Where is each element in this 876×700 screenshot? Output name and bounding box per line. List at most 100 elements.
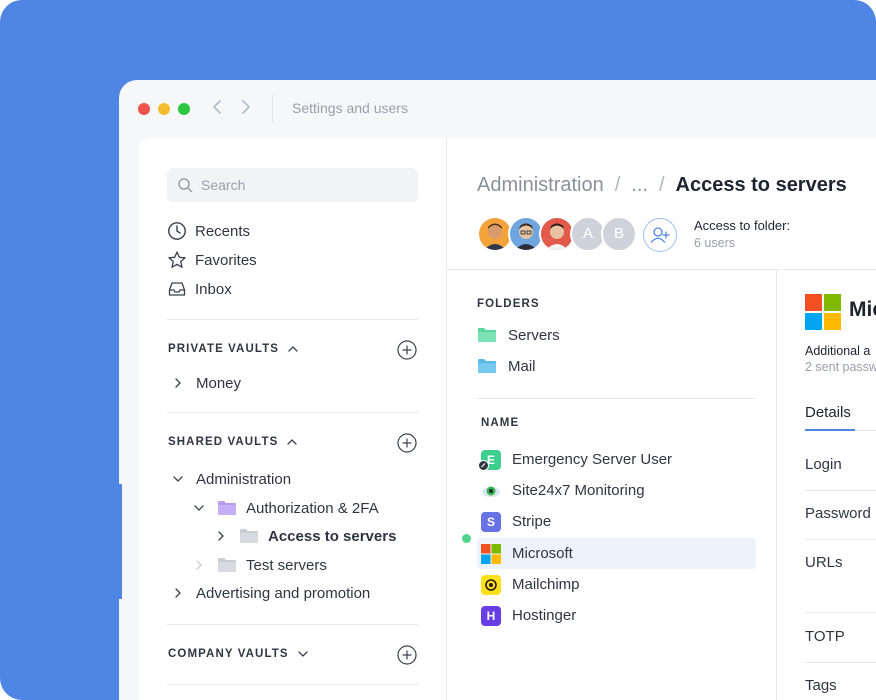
vault-item-advertising[interactable]: Advertising and promotion — [170, 582, 370, 604]
minimize-window-button[interactable] — [158, 103, 170, 115]
icon-letter: H — [486, 608, 496, 623]
close-window-button[interactable] — [138, 103, 150, 115]
search-icon — [178, 178, 193, 193]
field-divider — [805, 612, 876, 613]
breadcrumb-ellipsis[interactable]: ... — [631, 174, 648, 197]
vault-item-label: Money — [196, 374, 242, 392]
breadcrumb-separator: / — [658, 174, 665, 196]
chevron-down-icon[interactable] — [170, 475, 186, 483]
hostinger-icon: H — [481, 605, 501, 626]
column-divider — [776, 269, 777, 700]
access-title: Access to folder: — [694, 218, 791, 233]
back-arrow-icon[interactable] — [207, 98, 227, 120]
list-item-emergency-server-user[interactable]: E Emergency Server User — [477, 444, 756, 475]
add-private-vault-icon[interactable] — [397, 340, 417, 360]
emergency-user-icon: E — [478, 449, 501, 471]
chevron-down-icon[interactable] — [191, 504, 207, 512]
breadcrumb: Administration / ... / Access to servers — [477, 174, 847, 197]
field-divider — [805, 539, 876, 540]
field-totp[interactable]: TOTP — [805, 628, 845, 645]
access-count: 6 users — [694, 236, 735, 250]
list-item-label: Stripe — [512, 513, 552, 530]
title-bar: Settings and users — [119, 80, 876, 138]
chevron-right-icon[interactable] — [170, 587, 186, 599]
nav-item-favorites[interactable]: Favorites — [167, 249, 257, 271]
search-placeholder: Search — [201, 177, 246, 193]
shared-vaults-header[interactable]: SHARED VAULTS — [168, 436, 298, 448]
list-item-stripe[interactable]: S Stripe — [477, 506, 756, 537]
list-item-mailchimp[interactable]: Mailchimp — [477, 569, 756, 600]
sidebar-divider — [167, 624, 418, 625]
microsoft-logo-icon — [805, 294, 841, 330]
breadcrumb-root[interactable]: Administration — [477, 174, 604, 197]
content-divider — [447, 269, 876, 270]
vault-item-money[interactable]: Money — [170, 372, 241, 394]
folder-item-label: Authorization & 2FA — [246, 499, 379, 517]
folder-servers[interactable]: Servers — [477, 324, 560, 346]
folder-item-test-servers[interactable]: Test servers — [191, 554, 327, 576]
app-window: Settings and users Search Recents Favori… — [119, 80, 876, 700]
clock-icon — [168, 222, 186, 240]
sidebar-divider — [167, 319, 418, 320]
detail-title: Mic — [849, 298, 876, 321]
add-user-icon — [650, 227, 670, 243]
folder-item-access-to-servers[interactable]: Access to servers — [213, 525, 396, 547]
sidebar: Search Recents Favorites Inbox PRIVATE V… — [139, 138, 447, 700]
company-vaults-header[interactable]: COMPANY VAULTS — [168, 648, 309, 660]
nav-item-label: Recents — [195, 222, 251, 240]
field-login[interactable]: Login — [805, 456, 842, 473]
inbox-icon — [168, 282, 186, 296]
chevron-right-icon[interactable] — [170, 377, 186, 389]
chevron-up-icon — [288, 346, 298, 352]
folders-header: FOLDERS — [477, 298, 540, 310]
list-item-label: Mailchimp — [512, 576, 580, 593]
nav-item-recents[interactable]: Recents — [167, 220, 250, 242]
tab-active-indicator — [805, 429, 855, 431]
folder-item-label: Access to servers — [268, 527, 397, 545]
list-item-microsoft[interactable]: Microsoft — [477, 538, 756, 569]
name-column-header[interactable]: NAME — [481, 417, 519, 429]
private-vaults-header[interactable]: PRIVATE VAULTS — [168, 343, 299, 355]
forward-arrow-icon[interactable] — [236, 98, 256, 120]
page-title: Access to servers — [675, 174, 847, 196]
folder-item-label: Test servers — [246, 556, 327, 574]
folder-item-authorization[interactable]: Authorization & 2FA — [191, 497, 379, 519]
detail-sent: 2 sent passw — [805, 360, 876, 374]
avatar[interactable]: B — [601, 216, 637, 252]
add-company-vault-icon[interactable] — [397, 645, 417, 665]
breadcrumb-separator: / — [614, 174, 621, 196]
field-divider — [805, 662, 876, 663]
icon-letter: S — [486, 514, 495, 529]
section-title: PRIVATE VAULTS — [168, 343, 280, 355]
field-password[interactable]: Password — [805, 505, 871, 522]
site24x7-icon — [481, 481, 501, 501]
star-icon — [168, 251, 186, 268]
field-urls[interactable]: URLs — [805, 554, 843, 571]
add-shared-vault-icon[interactable] — [397, 433, 417, 453]
main-content: Administration / ... / Access to servers… — [447, 138, 876, 700]
section-title: COMPANY VAULTS — [168, 648, 289, 660]
stripe-icon: S — [481, 511, 501, 532]
folder-icon — [478, 359, 496, 373]
microsoft-icon — [481, 543, 501, 564]
detail-additional: Additional a — [805, 344, 871, 358]
search-input[interactable]: Search — [167, 168, 418, 202]
window-title: Settings and users — [292, 100, 408, 116]
chevron-right-icon[interactable] — [213, 530, 229, 542]
nav-item-inbox[interactable]: Inbox — [167, 278, 232, 300]
tab-details[interactable]: Details — [805, 404, 851, 421]
mailchimp-icon — [481, 574, 501, 595]
chevron-up-icon — [287, 439, 298, 445]
maximize-window-button[interactable] — [178, 103, 190, 115]
sidebar-divider — [167, 684, 418, 685]
sidebar-divider — [167, 412, 418, 413]
list-item-hostinger[interactable]: H Hostinger — [477, 600, 756, 631]
add-user-button[interactable] — [643, 218, 677, 252]
field-tags[interactable]: Tags — [805, 677, 837, 694]
nav-item-label: Favorites — [195, 251, 257, 269]
nav-item-label: Inbox — [195, 280, 232, 298]
vault-item-administration[interactable]: Administration — [170, 468, 291, 490]
chevron-right-icon[interactable] — [191, 559, 207, 571]
folder-mail[interactable]: Mail — [477, 355, 536, 377]
list-item-site24x7[interactable]: Site24x7 Monitoring — [477, 475, 756, 506]
